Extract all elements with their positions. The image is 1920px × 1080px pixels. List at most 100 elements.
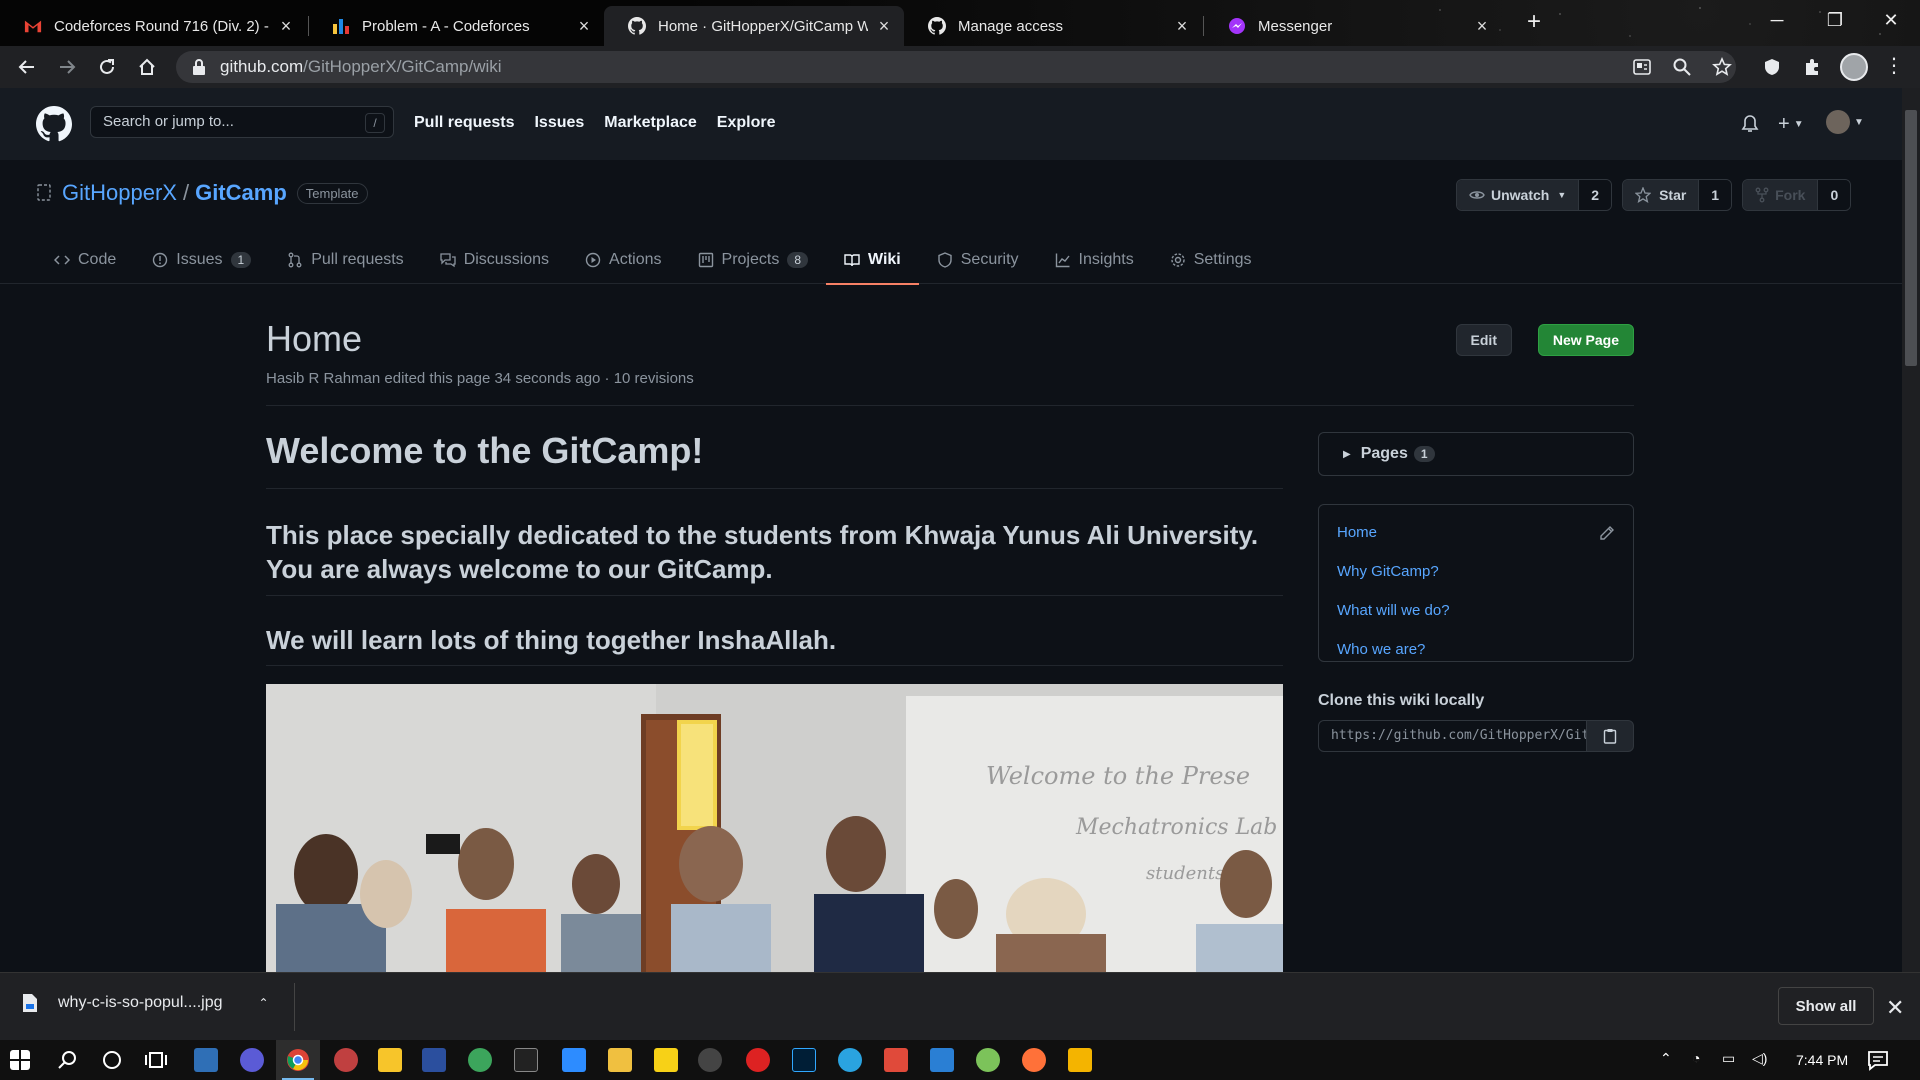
watchers-count[interactable]: 2 bbox=[1578, 180, 1612, 210]
sidebar-link-why-gitcamp[interactable]: Why GitCamp? bbox=[1337, 552, 1615, 591]
back-icon[interactable] bbox=[12, 52, 42, 82]
close-tab-icon[interactable]: × bbox=[576, 17, 592, 35]
show-all-button[interactable]: Show all bbox=[1778, 987, 1874, 1025]
nav-issues[interactable]: Issues bbox=[534, 114, 584, 132]
stars-count[interactable]: 1 bbox=[1698, 180, 1732, 210]
sidebar-link-who-we-are[interactable]: Who we are? bbox=[1337, 630, 1615, 669]
tab-settings[interactable]: Settings bbox=[1152, 236, 1270, 284]
task-view-icon[interactable] bbox=[144, 1048, 168, 1072]
app-icon[interactable] bbox=[698, 1048, 722, 1072]
user-avatar-menu[interactable]: ▼ bbox=[1826, 110, 1868, 138]
network-icon[interactable]: ◔ bbox=[1692, 1050, 1700, 1066]
sticky-notes-icon[interactable] bbox=[654, 1048, 678, 1072]
minimize-icon[interactable]: ─ bbox=[1748, 0, 1806, 40]
unwatch-button[interactable]: Unwatch ▼ bbox=[1457, 180, 1579, 210]
nav-explore[interactable]: Explore bbox=[717, 114, 776, 132]
app-icon[interactable] bbox=[422, 1048, 446, 1072]
vscode-icon[interactable] bbox=[930, 1048, 954, 1072]
forward-icon[interactable] bbox=[52, 52, 82, 82]
notification-center-icon[interactable] bbox=[1866, 1048, 1890, 1072]
address-bar[interactable]: github.com/GitHopperX/GitCamp/wiki bbox=[176, 51, 1736, 83]
browser-tab-2[interactable]: Problem - A - Codeforces × bbox=[308, 6, 604, 46]
file-explorer-icon[interactable] bbox=[608, 1048, 632, 1072]
forks-count[interactable]: 0 bbox=[1817, 180, 1851, 210]
terminal-icon[interactable] bbox=[514, 1048, 538, 1072]
close-window-icon[interactable]: ✕ bbox=[1862, 0, 1920, 40]
app-icon[interactable] bbox=[976, 1048, 1000, 1072]
browser-tab-3-active[interactable]: Home · GitHopperX/GitCamp Wi × bbox=[604, 6, 904, 46]
browser-tab-5[interactable]: Messenger × bbox=[1204, 6, 1502, 46]
close-tab-icon[interactable]: × bbox=[278, 17, 294, 35]
chrome-icon[interactable] bbox=[286, 1048, 310, 1072]
page-revision-meta[interactable]: Hasib R Rahman edited this page 34 secon… bbox=[266, 370, 1634, 387]
nav-pull-requests[interactable]: Pull requests bbox=[414, 114, 514, 132]
search-input[interactable]: Search or jump to... / bbox=[90, 106, 394, 138]
chevron-up-icon[interactable]: ⌃ bbox=[259, 996, 269, 1010]
app-icon[interactable] bbox=[378, 1048, 402, 1072]
scrollbar-thumb[interactable] bbox=[1905, 110, 1917, 366]
close-download-bar-icon[interactable]: ✕ bbox=[1886, 995, 1904, 1021]
close-tab-icon[interactable]: × bbox=[1174, 17, 1190, 35]
create-new-dropdown-icon[interactable]: + ▼ bbox=[1778, 110, 1812, 138]
restore-icon[interactable]: ❐ bbox=[1806, 0, 1864, 40]
copy-clipboard-button[interactable] bbox=[1586, 720, 1634, 752]
github-logo-icon[interactable] bbox=[36, 106, 72, 142]
app-icon[interactable] bbox=[240, 1048, 264, 1072]
repo-owner-link[interactable]: GitHopperX bbox=[62, 180, 177, 206]
firefox-icon[interactable] bbox=[1022, 1048, 1046, 1072]
telegram-icon[interactable] bbox=[838, 1048, 862, 1072]
download-item[interactable]: why-c-is-so-popul....jpg ⌃ bbox=[22, 993, 269, 1013]
tab-discussions[interactable]: Discussions bbox=[422, 236, 567, 284]
star-button[interactable]: Star bbox=[1623, 180, 1699, 210]
notifications-bell-icon[interactable] bbox=[1740, 110, 1760, 138]
zoom-app-icon[interactable] bbox=[562, 1048, 586, 1072]
app-icon[interactable] bbox=[1068, 1048, 1092, 1072]
sidebar-link-home[interactable]: Home bbox=[1337, 513, 1615, 552]
tab-security[interactable]: Security bbox=[919, 236, 1037, 284]
battery-icon[interactable]: ▭ bbox=[1722, 1050, 1735, 1067]
nav-marketplace[interactable]: Marketplace bbox=[604, 114, 697, 132]
chevron-up-icon[interactable]: ⌃ bbox=[1660, 1050, 1672, 1067]
tab-pull-requests[interactable]: Pull requests bbox=[269, 236, 422, 284]
search-icon[interactable] bbox=[56, 1048, 80, 1072]
taskbar-clock[interactable]: 7:44 PM bbox=[1796, 1052, 1848, 1068]
page-scrollbar[interactable] bbox=[1902, 88, 1920, 972]
browser-menu-icon[interactable]: ⋮ bbox=[1884, 56, 1904, 77]
new-page-button[interactable]: New Page bbox=[1537, 324, 1634, 356]
close-tab-icon[interactable]: × bbox=[876, 17, 892, 35]
edit-button[interactable]: Edit bbox=[1455, 324, 1512, 356]
profile-avatar[interactable] bbox=[1840, 53, 1868, 81]
app-icon[interactable] bbox=[194, 1048, 218, 1072]
bookmark-star-icon[interactable] bbox=[1712, 57, 1732, 77]
tab-actions[interactable]: Actions bbox=[567, 236, 679, 284]
app-icon[interactable] bbox=[884, 1048, 908, 1072]
tab-insights[interactable]: Insights bbox=[1037, 236, 1152, 284]
app-icon[interactable] bbox=[334, 1048, 358, 1072]
photoshop-icon[interactable] bbox=[792, 1048, 816, 1072]
extensions-puzzle-icon[interactable] bbox=[1802, 57, 1822, 77]
tab-projects[interactable]: Projects 8 bbox=[680, 236, 826, 284]
translate-icon[interactable] bbox=[1632, 57, 1652, 77]
shield-extension-icon[interactable] bbox=[1762, 57, 1782, 77]
home-icon[interactable] bbox=[132, 52, 162, 82]
tab-code[interactable]: Code bbox=[36, 236, 134, 284]
clone-url-input[interactable]: https://github.com/GitHopperX/GitCamp.wi… bbox=[1318, 720, 1594, 752]
sidebar-link-what-will-we-do[interactable]: What will we do? bbox=[1337, 591, 1615, 630]
record-icon[interactable] bbox=[746, 1048, 770, 1072]
tab-wiki[interactable]: Wiki bbox=[826, 236, 919, 285]
browser-tab-4[interactable]: Manage access × bbox=[904, 6, 1202, 46]
cortana-icon[interactable] bbox=[100, 1048, 124, 1072]
tab-issues[interactable]: Issues 1 bbox=[134, 236, 269, 284]
pencil-icon[interactable] bbox=[1599, 525, 1615, 541]
new-tab-icon[interactable]: + bbox=[1520, 8, 1548, 36]
volume-icon[interactable]: ◁) bbox=[1752, 1050, 1767, 1067]
pages-toggle[interactable]: ▶ Pages 1 bbox=[1318, 432, 1634, 476]
browser-tab-1[interactable]: Codeforces Round 716 (Div. 2) - I × bbox=[0, 6, 306, 46]
repo-name-link[interactable]: GitCamp bbox=[195, 180, 287, 206]
close-tab-icon[interactable]: × bbox=[1474, 17, 1490, 35]
fork-button[interactable]: Fork bbox=[1743, 180, 1818, 210]
windows-start-icon[interactable] bbox=[10, 1050, 30, 1070]
reload-icon[interactable] bbox=[92, 52, 122, 82]
app-icon[interactable] bbox=[468, 1048, 492, 1072]
zoom-icon[interactable] bbox=[1672, 57, 1692, 77]
